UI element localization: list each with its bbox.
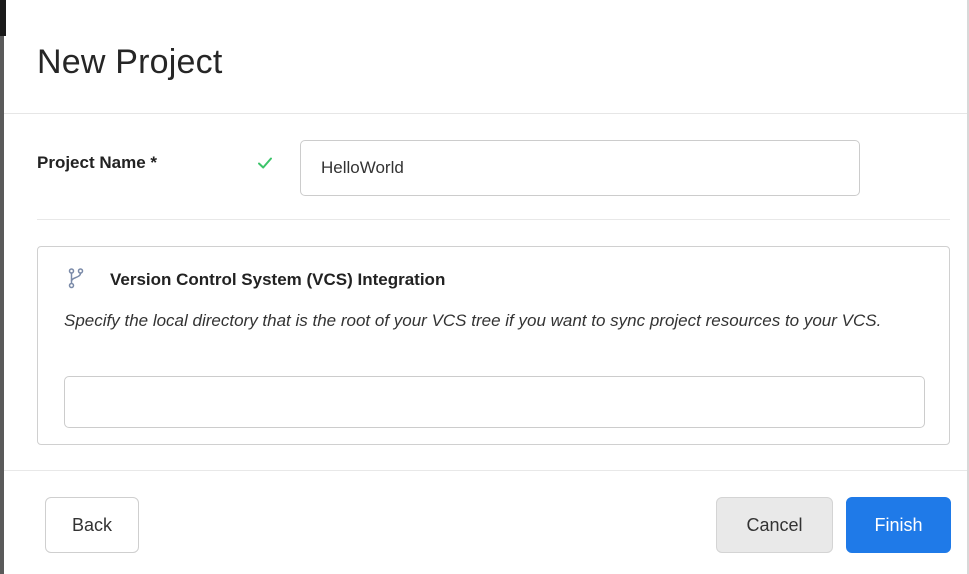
project-name-input[interactable] bbox=[300, 140, 860, 196]
vcs-description: Specify the local directory that is the … bbox=[64, 311, 882, 330]
dialog-header: New Project bbox=[4, 0, 967, 114]
new-project-dialog: New Project Project Name * Version Contr… bbox=[0, 0, 969, 574]
vcs-title: Version Control System (VCS) Integration bbox=[110, 270, 446, 289]
finish-button[interactable]: Finish bbox=[846, 497, 951, 553]
cancel-button[interactable]: Cancel bbox=[716, 497, 833, 553]
check-icon bbox=[256, 154, 274, 172]
branch-icon bbox=[68, 267, 84, 289]
vcs-directory-input[interactable] bbox=[64, 376, 925, 428]
footer-divider bbox=[4, 470, 967, 471]
back-button[interactable]: Back bbox=[45, 497, 139, 553]
vcs-integration-panel: Version Control System (VCS) Integration… bbox=[37, 246, 950, 445]
dialog-title: New Project bbox=[37, 43, 223, 81]
divider bbox=[37, 219, 950, 220]
project-name-label: Project Name * bbox=[37, 153, 157, 172]
